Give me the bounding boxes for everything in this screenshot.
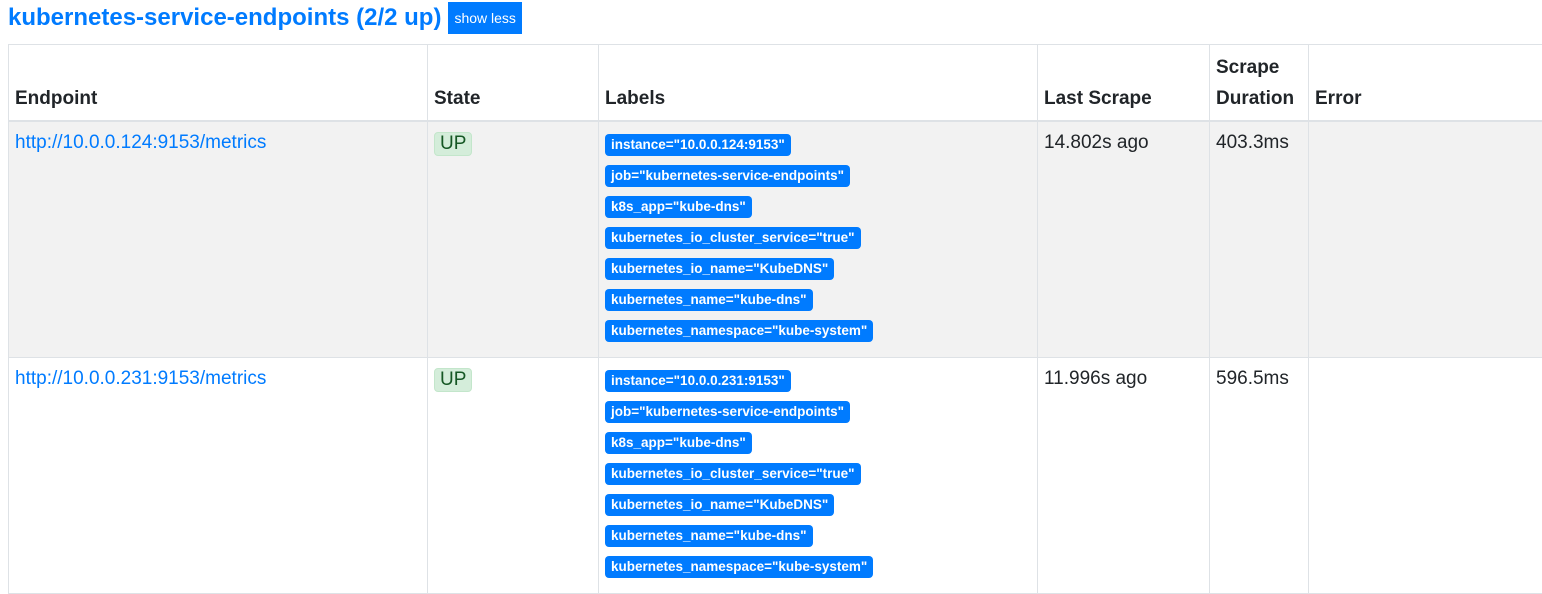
label-badge: kubernetes_name="kube-dns" [605, 525, 813, 547]
endpoint-link[interactable]: http://10.0.0.231:9153/metrics [15, 368, 266, 389]
state-cell: UP [428, 357, 599, 593]
last-scrape-cell: 11.996s ago [1038, 357, 1210, 593]
label-badge: job="kubernetes-service-endpoints" [605, 401, 850, 423]
endpoint-cell: http://10.0.0.124:9153/metrics [9, 121, 428, 358]
label-badge: kubernetes_io_cluster_service="true" [605, 227, 861, 249]
table-row: http://10.0.0.231:9153/metrics UP instan… [9, 357, 1542, 593]
state-badge: UP [434, 368, 472, 392]
scrape-duration-cell: 596.5ms [1210, 357, 1309, 593]
col-endpoint: Endpoint [9, 45, 428, 121]
endpoint-link[interactable]: http://10.0.0.124:9153/metrics [15, 132, 266, 153]
col-last-scrape: Last Scrape [1038, 45, 1210, 121]
label-badge: k8s_app="kube-dns" [605, 432, 752, 454]
col-state: State [428, 45, 599, 121]
scrape-duration-cell: 403.3ms [1210, 121, 1309, 358]
error-cell [1309, 121, 1542, 358]
col-labels: Labels [599, 45, 1038, 121]
label-badge: instance="10.0.0.231:9153" [605, 370, 791, 392]
label-badge: kubernetes_namespace="kube-system" [605, 320, 873, 342]
last-scrape-cell: 14.802s ago [1038, 121, 1210, 358]
job-header: kubernetes-service-endpoints (2/2 up) sh… [8, 2, 522, 34]
label-badge: job="kubernetes-service-endpoints" [605, 165, 850, 187]
col-scrape-duration: Scrape Duration [1210, 45, 1309, 121]
label-badge: kubernetes_namespace="kube-system" [605, 556, 873, 578]
col-error: Error [1309, 45, 1542, 121]
labels-cell: instance="10.0.0.124:9153" job="kubernete… [599, 121, 1038, 358]
label-badge: kubernetes_io_name="KubeDNS" [605, 258, 834, 280]
state-badge: UP [434, 132, 472, 156]
label-badge: instance="10.0.0.124:9153" [605, 134, 791, 156]
error-cell [1309, 357, 1542, 593]
labels-cell: instance="10.0.0.231:9153" job="kubernete… [599, 357, 1038, 593]
label-badge: kubernetes_name="kube-dns" [605, 289, 813, 311]
state-cell: UP [428, 121, 599, 358]
label-badge: kubernetes_io_name="KubeDNS" [605, 494, 834, 516]
table-header-row: Endpoint State Labels Last Scrape Scrape… [9, 45, 1542, 121]
job-title[interactable]: kubernetes-service-endpoints (2/2 up) [8, 3, 441, 33]
table-row: http://10.0.0.124:9153/metrics UP instan… [9, 121, 1542, 358]
label-badge: kubernetes_io_cluster_service="true" [605, 463, 861, 485]
show-less-button[interactable]: show less [448, 2, 521, 34]
endpoint-cell: http://10.0.0.231:9153/metrics [9, 357, 428, 593]
targets-table: Endpoint State Labels Last Scrape Scrape… [8, 44, 1542, 594]
label-badge: k8s_app="kube-dns" [605, 196, 752, 218]
